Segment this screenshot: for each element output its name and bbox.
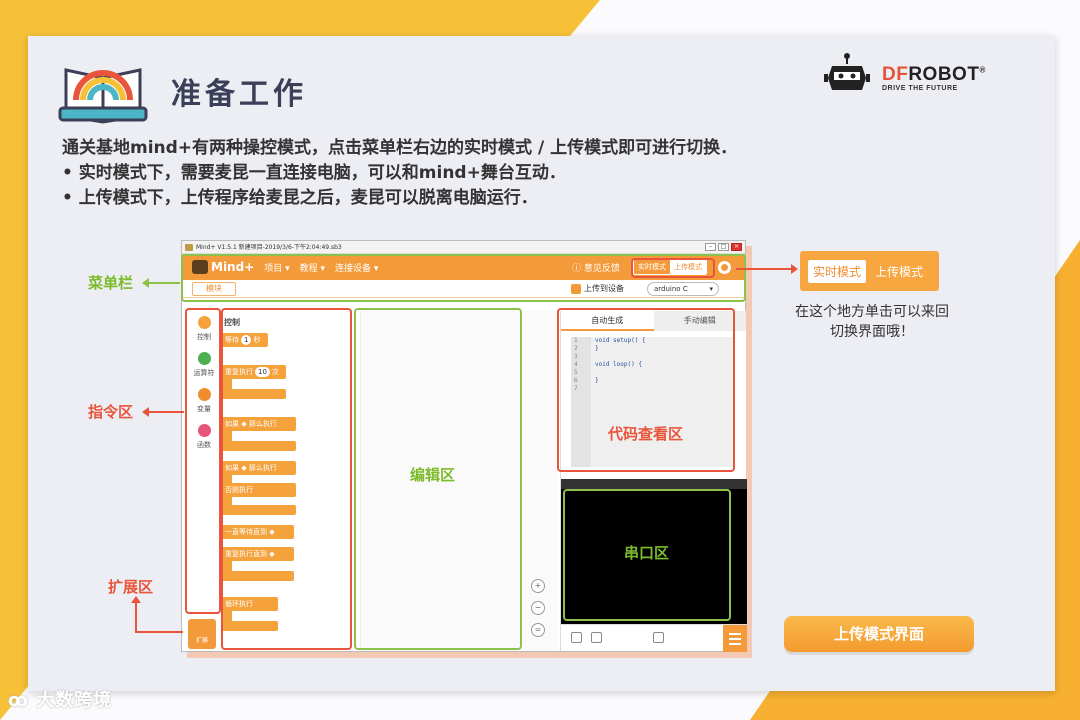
label-extension-area: 扩展区 — [108, 578, 154, 596]
clear-icon[interactable] — [653, 632, 664, 643]
label-menubar: 菜单栏 — [88, 274, 134, 292]
block-wait[interactable]: 等待 1 秒 — [222, 333, 268, 347]
description-line-3: • 上传模式下，上传程序给麦昆之后，麦昆可以脱离电脑运行． — [62, 188, 538, 208]
code-view: 1234567 void setup() {} void loop() {} — [571, 337, 735, 467]
block-repeat[interactable]: 重复执行 10 次 — [222, 365, 286, 379]
zoom-reset-icon[interactable]: = — [531, 623, 545, 637]
window-controls: – □ × — [705, 243, 742, 251]
callout-upload-mode[interactable]: 上传模式 — [870, 260, 928, 283]
mindplus-logo: Mind+ — [192, 260, 254, 274]
block-wait-until[interactable]: 一直等待直到 ◆ — [222, 525, 294, 539]
arrow-extension-arm — [135, 631, 183, 633]
board-select[interactable]: arduino C ▾ — [647, 282, 719, 296]
upload-to-device-button[interactable]: 上传到设备 — [571, 283, 624, 294]
feedback-link[interactable]: ⓘ 意见反馈 — [572, 261, 620, 274]
mode-toggle[interactable]: 实时模式 上传模式 — [633, 259, 707, 275]
category-operators[interactable]: 运算符 — [188, 352, 220, 378]
watermark: ꝏ 大数跨境 — [8, 690, 113, 711]
robot-logo-icon — [824, 53, 870, 90]
category-variables[interactable]: 变量 — [188, 388, 220, 414]
close-icon[interactable]: × — [731, 243, 742, 251]
tab-auto-generate[interactable]: 自动生成 — [561, 311, 654, 331]
block-forever[interactable]: 循环执行 — [222, 597, 278, 611]
description-line-1: 通关基地mind+有两种操控模式，点击菜单栏右边的实时模式 / 上传模式即可进行… — [62, 138, 738, 158]
block-if-else-foot — [222, 505, 296, 515]
menu-connect-device[interactable]: 连接设备 ▾ — [335, 261, 378, 274]
callout-realtime-mode[interactable]: 实时模式 — [808, 259, 867, 283]
page-title: 准备工作 — [171, 77, 307, 112]
robot-icon — [192, 260, 208, 274]
window-titlebar: Mind+ V1.5.1 新建项目-2019/3/6-下午2:04:49.sb3… — [182, 241, 745, 254]
block-if[interactable]: 如果 ◆ 那么执行 — [222, 417, 296, 431]
menubar: Mind+ 项目 ▾ 教程 ▾ 连接设备 ▾ ⓘ 意见反馈 实时模式 上传模式 — [182, 254, 745, 280]
block-if-else[interactable]: 如果 ◆ 那么执行 — [222, 461, 296, 475]
toggle-note: 在这个地方单击可以来回切换界面哦！ — [795, 304, 949, 340]
block-repeat-until[interactable]: 重复执行直到 ◆ — [222, 547, 294, 561]
block-repeat-until-foot — [222, 571, 294, 581]
code-text: void setup() {} void loop() {} — [595, 337, 646, 384]
category-list: 控制 运算符 变量 函数 — [188, 316, 220, 460]
code-editor-canvas[interactable]: + − = — [360, 311, 558, 651]
label-code-view: 代码查看区 — [608, 425, 684, 443]
extension-button[interactable]: 扩展 — [188, 619, 216, 649]
list-icon[interactable] — [723, 625, 747, 652]
blocks-header: 控制 — [224, 318, 240, 327]
zoom-out-icon[interactable]: − — [531, 601, 545, 615]
slide-card: 准备工作 DFROBOT® DRIVE THE FUTURE 通关基地mind+… — [28, 36, 1055, 691]
label-command-area: 指令区 — [88, 403, 134, 421]
window-title: Mind+ V1.5.1 新建项目-2019/3/6-下午2:04:49.sb3 — [196, 244, 342, 251]
arrow-menubar — [142, 278, 180, 288]
category-functions[interactable]: 函数 — [188, 424, 220, 450]
zoom-in-icon[interactable]: + — [531, 579, 545, 593]
mindplus-window: Mind+ V1.5.1 新建项目-2019/3/6-下午2:04:49.sb3… — [181, 240, 747, 652]
logo-wordmark: DFROBOT® — [882, 64, 986, 85]
tab-manual-edit[interactable]: 手动编辑 — [653, 311, 746, 331]
arrow-extension-head — [131, 596, 141, 603]
dfrobot-logo: DFROBOT® DRIVE THE FUTURE — [818, 50, 1038, 100]
serial-bottom-bar — [561, 624, 747, 652]
code-panel: 自动生成 手动编辑 1234567 void setup() {} void lo… — [560, 311, 747, 652]
arrow-mode-toggle — [736, 264, 798, 274]
block-repeat-foot — [222, 389, 286, 399]
block-forever-foot — [222, 621, 278, 631]
menu-tutorial[interactable]: 教程 ▾ — [300, 261, 325, 274]
maximize-icon[interactable]: □ — [718, 243, 729, 251]
tab-modules[interactable]: 模块 — [192, 282, 236, 296]
usb-icon[interactable] — [571, 632, 582, 643]
toolbar: 模块 上传到设备 arduino C ▾ — [182, 280, 745, 298]
upload-icon — [571, 283, 581, 294]
code-tabs: 自动生成 手动编辑 — [561, 311, 746, 331]
upload-mode-interface-button[interactable]: 上传模式界面 — [784, 616, 974, 652]
line-numbers: 1234567 — [571, 337, 591, 467]
label-serial-area: 串口区 — [624, 544, 670, 562]
description-line-2: • 实时模式下，需要麦昆一直连接电脑，可以和mind+舞台互动． — [62, 163, 566, 183]
menu-project[interactable]: 项目 ▾ — [264, 261, 289, 274]
block-palette: 控制 等待 1 秒 重复执行 10 次 如果 ◆ 那么执行 如果 ◆ 那么执行 否则执行… — [222, 311, 350, 651]
minimize-icon[interactable]: – — [705, 243, 716, 251]
logo-tagline: DRIVE THE FUTURE — [882, 85, 958, 92]
rainbow-book-icon — [58, 68, 148, 124]
block-if-foot — [222, 441, 296, 451]
mode-upload-button[interactable]: 上传模式 — [670, 260, 706, 274]
arrow-extension-stem — [135, 601, 137, 633]
mode-realtime-button[interactable]: 实时模式 — [634, 260, 670, 274]
disconnect-icon[interactable] — [591, 632, 602, 643]
block-else: 否则执行 — [222, 483, 296, 497]
category-control[interactable]: 控制 — [188, 316, 220, 342]
mode-toggle-enlarged[interactable]: 实时模式 上传模式 — [800, 251, 939, 291]
label-edit-area: 编辑区 — [410, 466, 456, 484]
app-icon — [185, 244, 193, 251]
description: 通关基地mind+有两种操控模式，点击菜单栏右边的实时模式 / 上传模式即可进行… — [62, 136, 737, 211]
settings-gear-icon[interactable] — [718, 261, 731, 274]
arrow-command-area — [142, 407, 184, 417]
